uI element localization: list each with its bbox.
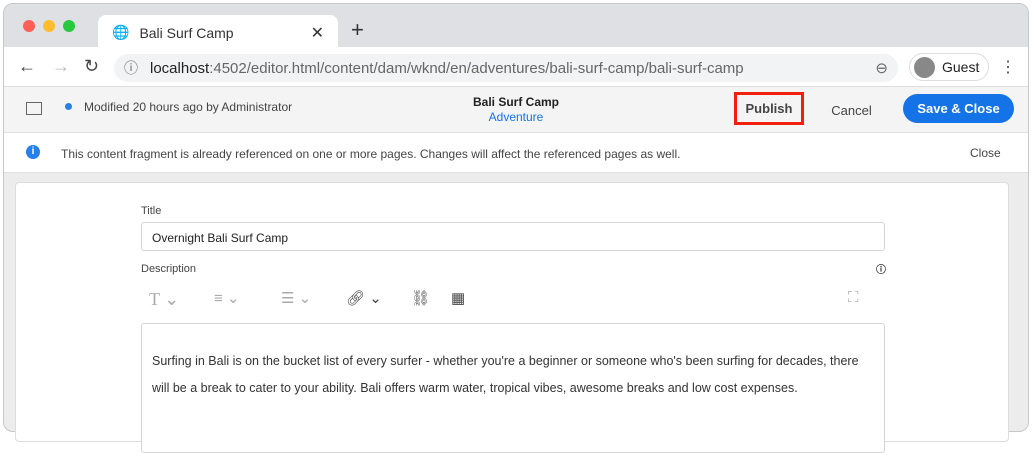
profile-name: Guest bbox=[942, 59, 980, 75]
publish-button[interactable]: Publish bbox=[734, 92, 804, 125]
browser-tab[interactable]: 🌐 Bali Surf Camp ✕ bbox=[98, 15, 338, 50]
url-host: localhost bbox=[150, 59, 210, 77]
globe-icon: 🌐 bbox=[112, 24, 130, 40]
modified-status: Modified 20 hours ago by Administrator bbox=[84, 100, 293, 114]
zoom-icon[interactable]: ⊖ bbox=[875, 59, 888, 77]
unlink-icon[interactable]: ⛓ bbox=[411, 289, 430, 307]
notice-text: This content fragment is already referen… bbox=[61, 147, 681, 161]
insert-asset-icon[interactable]: ▦ bbox=[451, 289, 465, 307]
list-icon[interactable]: ☰ ⌄ bbox=[281, 289, 311, 307]
fragment-title: Bali Surf Camp bbox=[472, 95, 559, 109]
minimize-window-button[interactable] bbox=[43, 20, 55, 32]
tab-bar: 🌐 Bali Surf Camp ✕ + bbox=[4, 4, 1028, 50]
new-tab-button[interactable]: + bbox=[351, 17, 364, 43]
forward-icon[interactable]: → bbox=[52, 56, 70, 77]
link-icon[interactable]: 🔗︎ ⌄ bbox=[346, 289, 382, 307]
avatar-icon bbox=[914, 57, 935, 78]
title-label: Title bbox=[141, 205, 162, 217]
close-tab-icon[interactable]: ✕ bbox=[311, 23, 324, 43]
editor-toolbar: Modified 20 hours ago by Administrator B… bbox=[4, 87, 1028, 133]
sidebar-toggle-icon[interactable] bbox=[26, 102, 42, 115]
tab-title: Bali Surf Camp bbox=[139, 24, 234, 41]
info-icon[interactable]: ⓘ bbox=[876, 261, 886, 276]
profile-button[interactable]: Guest bbox=[909, 53, 989, 81]
menu-icon[interactable]: ⋮ bbox=[1000, 57, 1016, 77]
save-close-button[interactable]: Save & Close bbox=[903, 94, 1014, 123]
notice-close-button[interactable]: Close bbox=[970, 146, 1001, 160]
reference-notice: i This content fragment is already refer… bbox=[4, 133, 1028, 173]
cancel-button[interactable]: Cancel bbox=[819, 95, 884, 125]
description-editor[interactable]: Surfing in Bali is on the bucket list of… bbox=[141, 323, 885, 453]
address-bar-row: ← → ↻ ⓘ localhost:4502/editor.html/conte… bbox=[4, 47, 1028, 87]
align-icon[interactable]: ≡ ⌄ bbox=[214, 289, 240, 307]
info-icon: ⓘ bbox=[124, 60, 138, 76]
reload-icon[interactable]: ↻ bbox=[84, 56, 99, 77]
back-icon[interactable]: ← bbox=[18, 56, 36, 77]
fullscreen-icon[interactable]: ⛶ bbox=[848, 289, 859, 306]
text-format-icon[interactable]: T ⌄ bbox=[149, 289, 179, 310]
url-path: :4502/editor.html/content/dam/wknd/en/ad… bbox=[209, 59, 744, 77]
close-window-button[interactable] bbox=[23, 20, 35, 32]
url-input[interactable]: ⓘ localhost:4502/editor.html/content/dam… bbox=[114, 54, 898, 82]
title-input[interactable]: Overnight Bali Surf Camp bbox=[141, 222, 885, 251]
status-dot bbox=[65, 103, 72, 110]
model-link[interactable]: Adventure bbox=[444, 110, 588, 124]
info-circle-icon: i bbox=[26, 145, 40, 159]
description-label: Description bbox=[141, 263, 197, 275]
editor-form: Title Overnight Bali Surf Camp Descripti… bbox=[15, 182, 1009, 453]
maximize-window-button[interactable] bbox=[63, 20, 75, 32]
